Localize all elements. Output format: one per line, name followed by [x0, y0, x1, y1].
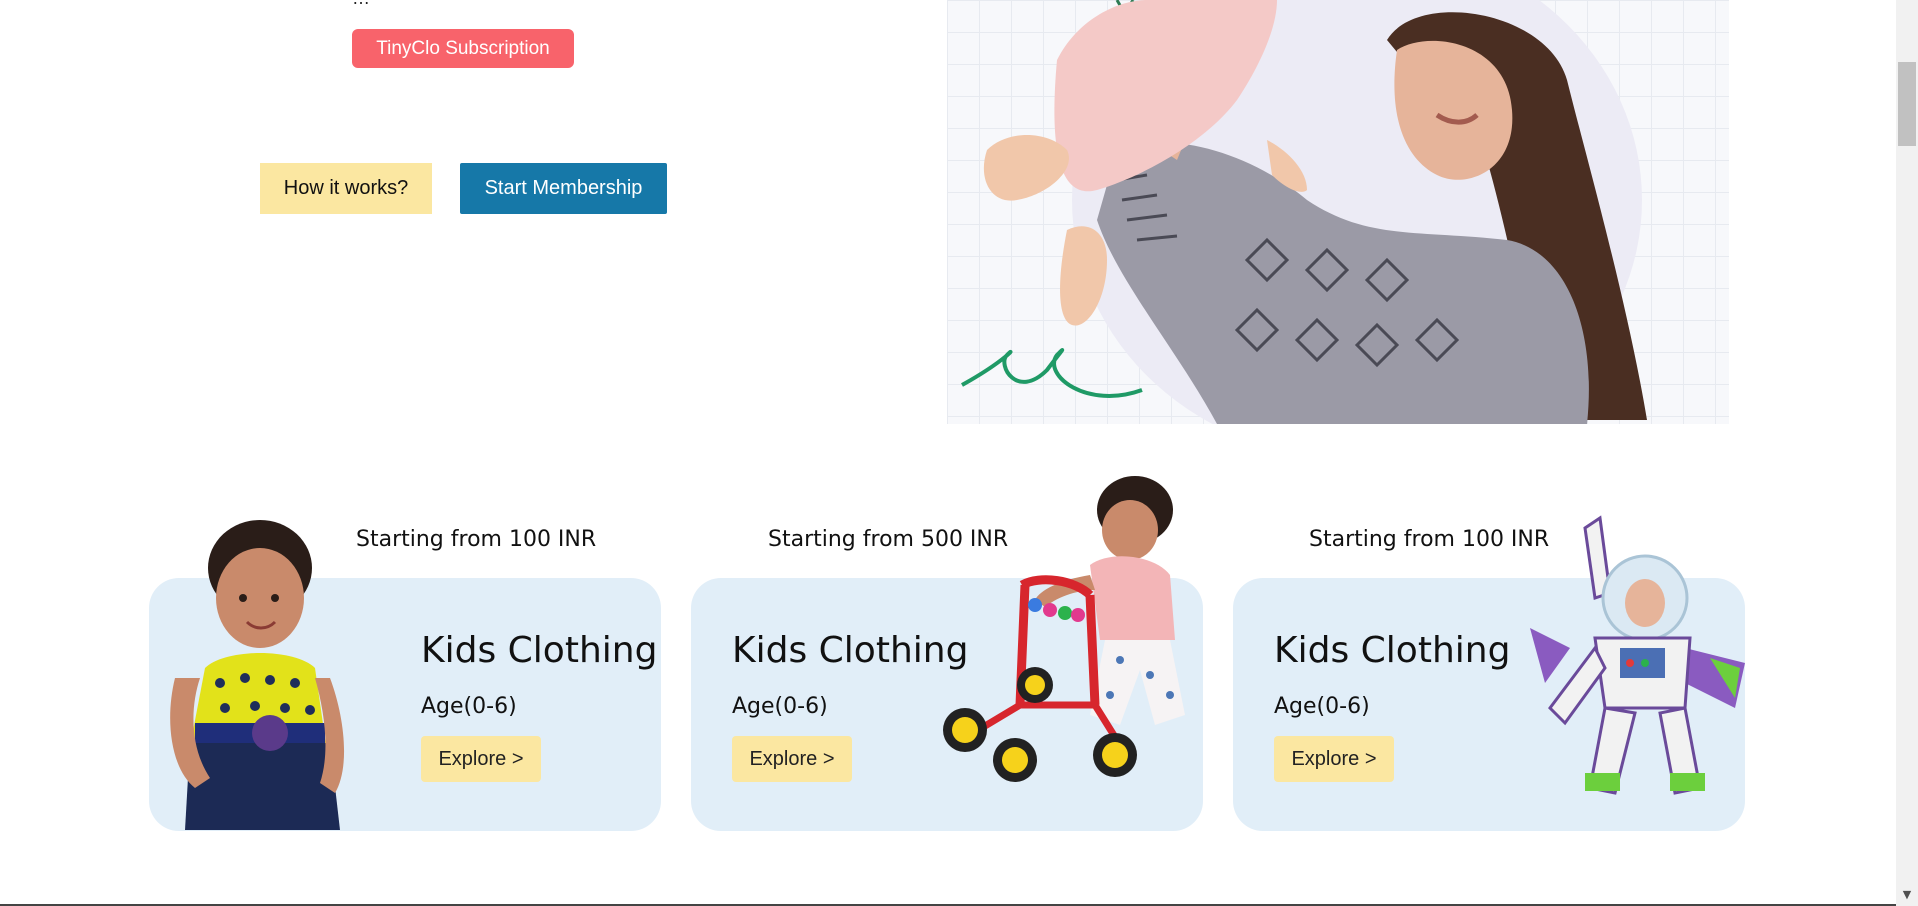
scroll-down-arrow-icon[interactable]: ▼: [1899, 887, 1915, 903]
card-2-age: Age(0-6): [732, 694, 828, 719]
card-1-title: Kids Clothing: [421, 630, 658, 671]
how-it-works-button[interactable]: How it works?: [260, 163, 432, 214]
hero-mother-baby-image: [947, 0, 1729, 424]
card-3-title: Kids Clothing: [1274, 630, 1511, 671]
card-2-explore-button[interactable]: Explore >: [732, 736, 852, 782]
hero-cut-text: …: [352, 0, 370, 9]
card-1-girl-image: [170, 520, 345, 830]
start-membership-button[interactable]: Start Membership: [460, 163, 667, 214]
scrollbar-thumb[interactable]: [1898, 62, 1916, 146]
card-2-toddler-walker-image: [943, 476, 1185, 782]
card-1-age: Age(0-6): [421, 694, 517, 719]
card-1-explore-button[interactable]: Explore >: [421, 736, 541, 782]
subscription-badge-button[interactable]: TinyClo Subscription: [352, 29, 574, 68]
hero-illustration: [961, 0, 1647, 424]
card-3-explore-button[interactable]: Explore >: [1274, 736, 1394, 782]
card-3-space-ranger-toy-image: [1530, 515, 1745, 795]
card-1-starting-price: Starting from 100 INR: [356, 527, 597, 552]
card-3-age: Age(0-6): [1274, 694, 1370, 719]
